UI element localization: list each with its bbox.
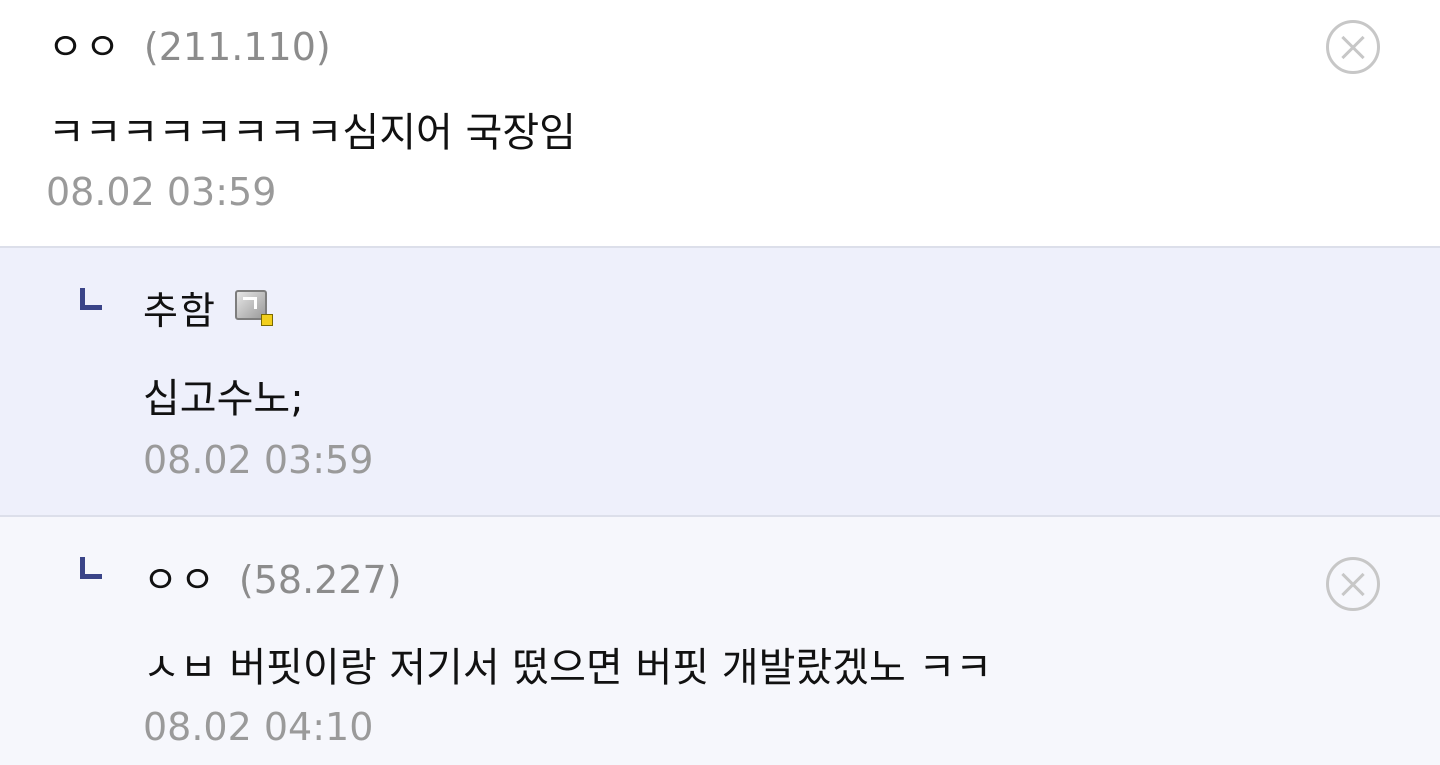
comment-author: ㅇㅇ (211.110) bbox=[48, 16, 331, 71]
delete-comment-button[interactable] bbox=[1326, 557, 1380, 611]
comment-timestamp: 08.02 03:59 bbox=[143, 438, 374, 482]
comment-item: ㅇㅇ (211.110) ㅋㅋㅋㅋㅋㅋㅋㅋ심지어 국장임 08.02 03:59 bbox=[0, 0, 1440, 246]
author-ip: (58.227) bbox=[238, 558, 402, 602]
comment-timestamp: 08.02 04:10 bbox=[143, 705, 374, 749]
comment-text: 십고수노; bbox=[143, 376, 304, 422]
reply-item: ㅇㅇ (58.227) ㅅㅂ 버핏이랑 저기서 떴으면 버핏 개발랐겠노 ㅋㅋ … bbox=[0, 515, 1440, 765]
reply-arrow-icon bbox=[80, 288, 102, 310]
author-nickname[interactable]: ㅇㅇ bbox=[143, 549, 217, 604]
delete-comment-button[interactable] bbox=[1326, 20, 1380, 74]
comment-text: ㅅㅂ 버핏이랑 저기서 떴으면 버핏 개발랐겠노 ㅋㅋ bbox=[143, 645, 993, 691]
fixed-nickname-icon bbox=[234, 289, 273, 326]
author-nickname[interactable]: 추함 bbox=[143, 280, 217, 335]
reply-item: 추함 십고수노; 08.02 03:59 bbox=[0, 246, 1440, 515]
reply-arrow-icon bbox=[80, 557, 102, 579]
author-ip: (211.110) bbox=[143, 25, 331, 69]
comment-timestamp: 08.02 03:59 bbox=[46, 170, 277, 214]
author-nickname[interactable]: ㅇㅇ bbox=[48, 16, 122, 71]
comment-author: 추함 bbox=[143, 280, 273, 335]
comment-list: ㅇㅇ (211.110) ㅋㅋㅋㅋㅋㅋㅋㅋ심지어 국장임 08.02 03:59… bbox=[0, 0, 1440, 765]
comment-text: ㅋㅋㅋㅋㅋㅋㅋㅋ심지어 국장임 bbox=[48, 110, 576, 156]
comment-author: ㅇㅇ (58.227) bbox=[143, 549, 402, 604]
